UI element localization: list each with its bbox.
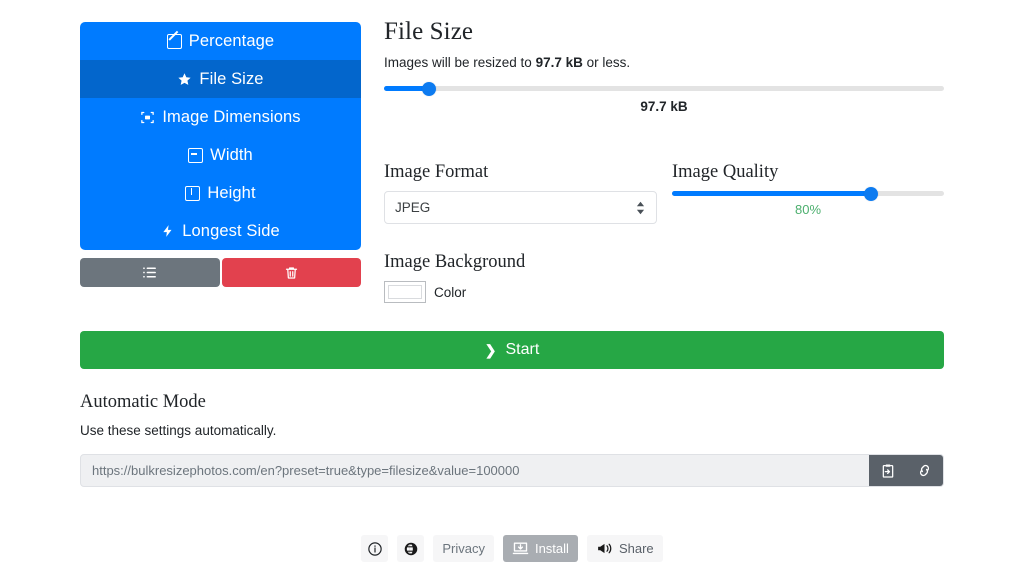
presets-list-button[interactable] bbox=[80, 258, 220, 287]
width-box-icon bbox=[188, 148, 203, 163]
lightning-bolt-icon bbox=[161, 223, 175, 239]
image-background-label: Image Background bbox=[384, 252, 672, 273]
image-format-label: Image Format bbox=[384, 162, 672, 183]
chevron-right-icon: ❯ bbox=[485, 342, 497, 359]
filesize-slider-track[interactable] bbox=[384, 86, 944, 91]
image-background-color-row: Color bbox=[384, 281, 672, 303]
filesize-slider-thumb[interactable] bbox=[422, 82, 436, 96]
automatic-mode-section: Automatic Mode Use these settings automa… bbox=[80, 392, 944, 487]
trash-icon bbox=[284, 265, 299, 281]
image-quality-group: Image Quality 80% bbox=[672, 162, 944, 303]
automatic-mode-description: Use these settings automatically. bbox=[80, 423, 944, 438]
share-link-button[interactable] bbox=[906, 455, 943, 486]
background-color-swatch[interactable] bbox=[384, 281, 426, 303]
percent-box-icon bbox=[167, 34, 182, 49]
page-title: File Size bbox=[384, 18, 944, 46]
start-button[interactable]: ❯ Start bbox=[80, 331, 944, 369]
app-root: Percentage File Size Image Dimensions Wi… bbox=[0, 0, 1024, 576]
sidebar-item-label: File Size bbox=[199, 71, 263, 88]
description-suffix: or less. bbox=[583, 55, 630, 70]
info-icon bbox=[367, 541, 383, 557]
quality-slider-track[interactable] bbox=[672, 191, 944, 196]
sidebar-item-image-dimensions[interactable]: Image Dimensions bbox=[80, 98, 361, 136]
download-icon bbox=[512, 540, 529, 557]
link-icon bbox=[916, 462, 933, 479]
quality-slider-thumb[interactable] bbox=[864, 187, 878, 201]
image-quality-label: Image Quality bbox=[672, 162, 944, 183]
background-color-label: Color bbox=[434, 285, 466, 300]
sidebar-item-file-size[interactable]: File Size bbox=[80, 60, 361, 98]
sidebar-item-width[interactable]: Width bbox=[80, 136, 361, 174]
sidebar-item-label: Height bbox=[207, 185, 255, 202]
height-box-icon bbox=[185, 186, 200, 201]
resize-mode-sidebar: Percentage File Size Image Dimensions Wi… bbox=[80, 22, 361, 250]
star-icon bbox=[177, 72, 192, 87]
image-format-select[interactable]: JPEGPNGWEBPGIFBMP bbox=[384, 191, 657, 224]
install-label: Install bbox=[535, 541, 569, 556]
format-quality-row: Image Format JPEGPNGWEBPGIFBMP Image Bac… bbox=[384, 162, 944, 303]
copy-to-clipboard-button[interactable] bbox=[869, 455, 906, 486]
sidebar-item-label: Width bbox=[210, 147, 253, 164]
clipboard-copy-icon bbox=[880, 463, 896, 479]
description-prefix: Images will be resized to bbox=[384, 55, 536, 70]
language-button[interactable] bbox=[397, 535, 424, 562]
filesize-slider-value: 97.7 kB bbox=[384, 99, 944, 114]
settings-panel: File Size Images will be resized to 97.7… bbox=[384, 18, 944, 303]
share-button[interactable]: Share bbox=[587, 535, 663, 562]
image-format-select-wrapper: JPEGPNGWEBPGIFBMP bbox=[384, 191, 657, 224]
filesize-description: Images will be resized to 97.7 kB or les… bbox=[384, 55, 944, 70]
url-action-buttons bbox=[869, 455, 943, 486]
clear-button[interactable] bbox=[222, 258, 362, 287]
list-icon bbox=[141, 264, 158, 281]
globe-icon bbox=[403, 541, 419, 557]
megaphone-icon bbox=[596, 540, 613, 557]
sidebar-item-longest-side[interactable]: Longest Side bbox=[80, 212, 361, 250]
image-quality-slider[interactable]: 80% bbox=[672, 191, 944, 217]
filesize-slider[interactable]: 97.7 kB bbox=[384, 86, 944, 114]
sidebar-item-height[interactable]: Height bbox=[80, 174, 361, 212]
description-value: 97.7 kB bbox=[536, 55, 583, 70]
sidebar-item-label: Percentage bbox=[189, 33, 274, 50]
footer-bar: Privacy Install Share bbox=[0, 535, 1024, 562]
quality-slider-fill bbox=[672, 191, 871, 196]
automatic-mode-title: Automatic Mode bbox=[80, 392, 944, 413]
sidebar-item-label: Longest Side bbox=[182, 223, 280, 240]
sidebar-item-label: Image Dimensions bbox=[162, 109, 300, 126]
privacy-button[interactable]: Privacy bbox=[433, 535, 494, 562]
automatic-mode-url-text[interactable]: https://bulkresizephotos.com/en?preset=t… bbox=[81, 455, 869, 486]
image-dimensions-icon bbox=[140, 110, 155, 125]
quality-slider-value: 80% bbox=[672, 202, 944, 217]
automatic-mode-url-bar: https://bulkresizephotos.com/en?preset=t… bbox=[80, 454, 944, 487]
start-button-label: Start bbox=[505, 341, 539, 359]
install-button[interactable]: Install bbox=[503, 535, 578, 562]
sidebar-item-percentage[interactable]: Percentage bbox=[80, 22, 361, 60]
image-format-group: Image Format JPEGPNGWEBPGIFBMP Image Bac… bbox=[384, 162, 672, 303]
sidebar-action-buttons bbox=[80, 258, 361, 287]
privacy-label: Privacy bbox=[442, 541, 485, 556]
share-label: Share bbox=[619, 541, 654, 556]
about-button[interactable] bbox=[361, 535, 388, 562]
image-background-group: Image Background Color bbox=[384, 252, 672, 303]
